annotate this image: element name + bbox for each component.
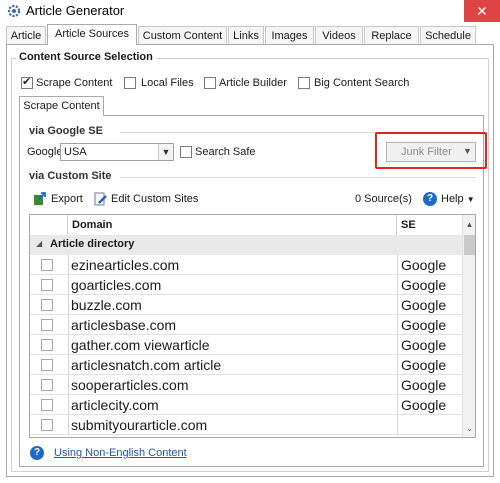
edit-icon: [94, 192, 107, 206]
help-icon: ?: [30, 446, 44, 460]
local-files-checkbox[interactable]: [124, 77, 136, 89]
row-checkbox[interactable]: [41, 339, 53, 351]
google-label: Google: [27, 146, 63, 158]
help-button[interactable]: Help ▼: [441, 193, 475, 205]
domain-cell: sooperarticles.com: [68, 375, 189, 395]
se-cell: Google: [397, 255, 462, 275]
table-row[interactable]: ezinearticles.com Google: [30, 255, 462, 275]
header-domain[interactable]: Domain: [68, 215, 397, 235]
header-checkbox-column: [30, 215, 68, 235]
se-cell: Google: [397, 395, 462, 415]
domain-cell: articlesbase.com: [68, 315, 176, 335]
table-row[interactable]: articlesnatch.com article Google: [30, 355, 462, 375]
grid-vertical-scrollbar[interactable]: ▲ ⌄: [462, 215, 475, 437]
tab-custom-content[interactable]: Custom Content: [138, 26, 227, 44]
tab-schedule[interactable]: Schedule: [420, 26, 476, 44]
table-row[interactable]: articlecity.com Google: [30, 395, 462, 415]
se-cell: Google: [397, 375, 462, 395]
row-checkbox[interactable]: [41, 419, 53, 431]
app-gear-icon: [7, 4, 21, 18]
row-checkbox[interactable]: [41, 359, 53, 371]
row-checkbox[interactable]: [41, 299, 53, 311]
tab-videos[interactable]: Videos: [315, 26, 363, 44]
domain-cell: ezinearticles.com: [68, 255, 179, 275]
domain-cell: gather.com viewarticle: [68, 335, 210, 355]
domain-cell: submityourarticle.com: [68, 415, 207, 435]
scrape-content-checkbox[interactable]: [21, 75, 33, 89]
country-select[interactable]: USA ▼: [60, 143, 174, 161]
tab-replace[interactable]: Replace: [364, 26, 419, 44]
country-value: USA: [64, 146, 87, 158]
article-builder-checkbox[interactable]: [204, 77, 216, 89]
scroll-up-arrow-icon[interactable]: ▲: [463, 215, 475, 235]
se-cell: Google: [397, 335, 462, 355]
row-checkbox[interactable]: [41, 379, 53, 391]
scroll-down-arrow-icon[interactable]: ⌄: [463, 421, 475, 437]
content-source-title: Content Source Selection: [16, 51, 156, 63]
table-row[interactable]: gather.com viewarticle Google: [30, 335, 462, 355]
se-cell: [397, 415, 462, 435]
big-content-search-checkbox[interactable]: [298, 77, 310, 89]
red-highlight-box: [375, 132, 487, 169]
edit-custom-sites-button[interactable]: Edit Custom Sites: [111, 193, 198, 205]
group-name: Article directory: [50, 238, 135, 250]
search-safe-label: Search Safe: [195, 146, 256, 158]
domain-cell: buzzle.com: [68, 295, 142, 315]
chevron-down-icon: ▼: [466, 195, 475, 204]
window-title: Article Generator: [26, 3, 125, 18]
custom-site-title: via Custom Site: [29, 170, 112, 182]
chevron-down-icon: ▼: [158, 144, 173, 160]
collapse-arrow-icon[interactable]: ◢: [36, 239, 42, 248]
domain-cell: articlecity.com: [68, 395, 159, 415]
search-safe-checkbox[interactable]: [180, 146, 192, 158]
big-content-search-label: Big Content Search: [314, 77, 410, 89]
close-button[interactable]: ✕: [464, 0, 500, 22]
help-icon: ?: [423, 192, 437, 206]
table-row[interactable]: goarticles.com Google: [30, 275, 462, 295]
custom-site-divider: [120, 177, 476, 178]
tab-scrape-content[interactable]: Scrape Content: [19, 96, 104, 116]
tab-images[interactable]: Images: [265, 26, 314, 44]
non-english-content-link[interactable]: Using Non-English Content: [54, 447, 187, 459]
grid-header: Domain SE: [30, 215, 462, 236]
se-cell: Google: [397, 315, 462, 335]
domain-cell: articlesnatch.com article: [68, 355, 221, 375]
custom-sites-grid: Domain SE ◢ Article directory ezineartic…: [29, 214, 476, 438]
export-icon: [34, 192, 46, 205]
table-row[interactable]: articlesbase.com Google: [30, 315, 462, 335]
local-files-label: Local Files: [141, 77, 194, 89]
row-checkbox[interactable]: [41, 259, 53, 271]
close-icon: ✕: [476, 3, 488, 19]
group-row-article-directory[interactable]: ◢ Article directory: [30, 235, 462, 255]
help-label: Help: [441, 193, 464, 205]
row-checkbox[interactable]: [41, 279, 53, 291]
scrape-content-label: Scrape Content: [36, 77, 113, 89]
scroll-thumb[interactable]: [464, 235, 475, 255]
tab-links[interactable]: Links: [228, 26, 264, 44]
row-checkbox[interactable]: [41, 319, 53, 331]
article-builder-label: Article Builder: [219, 77, 287, 89]
header-se[interactable]: SE: [397, 215, 462, 235]
table-row[interactable]: sooperarticles.com Google: [30, 375, 462, 395]
source-count: 0 Source(s): [355, 193, 412, 205]
google-se-title: via Google SE: [29, 125, 103, 137]
domain-cell: goarticles.com: [68, 275, 161, 295]
se-cell: Google: [397, 275, 462, 295]
title-bar: Article Generator ✕: [0, 0, 500, 22]
export-button[interactable]: Export: [51, 193, 83, 205]
se-cell: Google: [397, 355, 462, 375]
se-cell: Google: [397, 295, 462, 315]
table-row[interactable]: buzzle.com Google: [30, 295, 462, 315]
tab-article-sources[interactable]: Article Sources: [47, 24, 137, 45]
row-checkbox[interactable]: [41, 399, 53, 411]
tab-article[interactable]: Article: [6, 26, 46, 44]
table-row[interactable]: submityourarticle.com: [30, 415, 462, 435]
